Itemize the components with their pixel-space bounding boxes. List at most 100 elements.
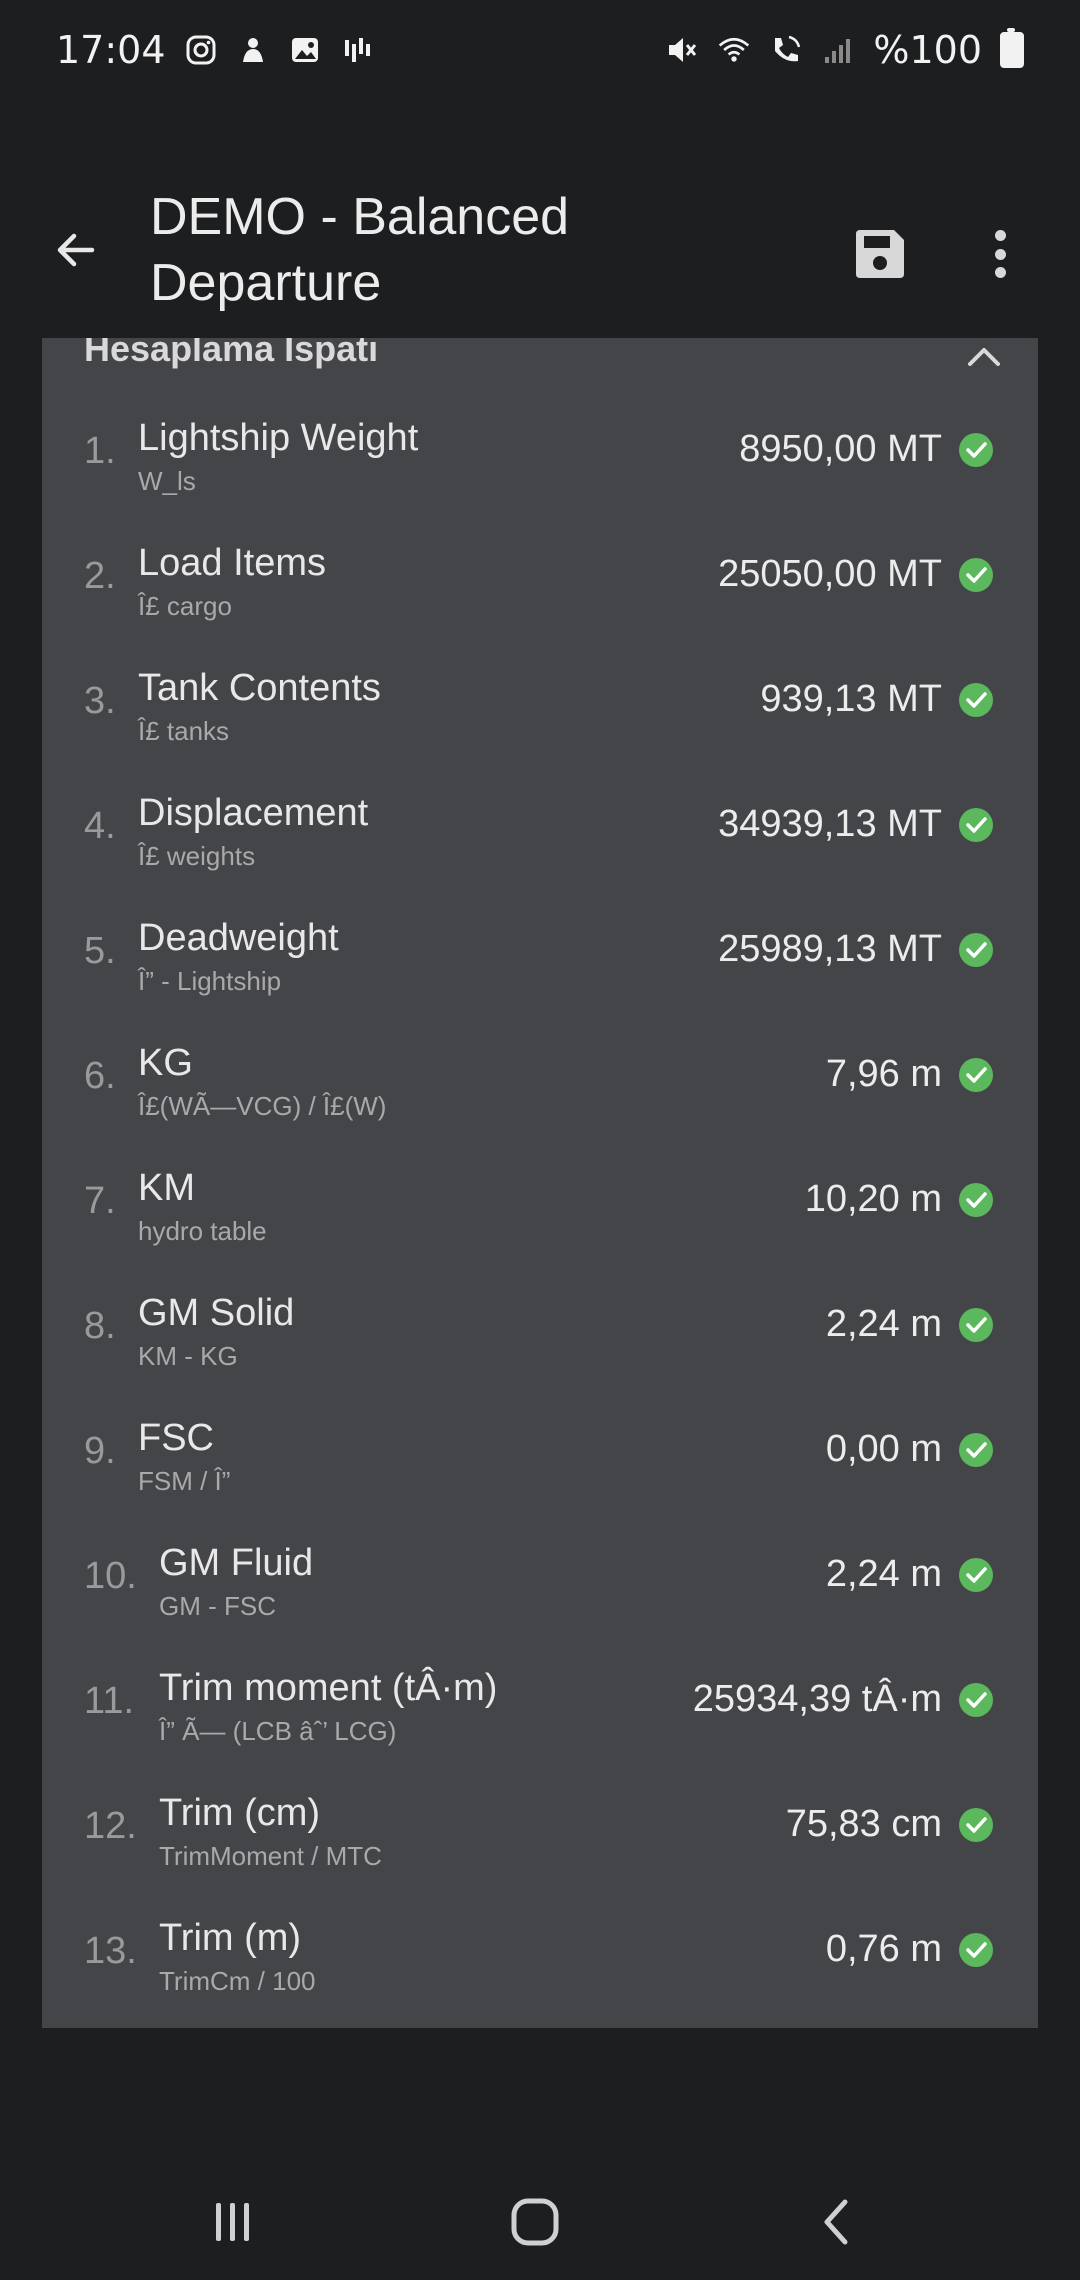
row-number: 4. — [84, 805, 116, 847]
row-number: 9. — [84, 1430, 116, 1472]
row-value: 25934,39 tÂ·m — [692, 1678, 942, 1720]
back-button[interactable] — [44, 218, 108, 282]
notification-app-icon — [236, 33, 270, 67]
chevron-up-icon[interactable] — [966, 344, 1002, 368]
row-value: 8950,00 MT — [739, 428, 942, 470]
nav-back-button[interactable] — [802, 2192, 872, 2252]
row-label: KM — [138, 1167, 195, 1209]
list-item: 4. Displacement Î£ weights 34939,13 MT — [42, 781, 1038, 906]
home-button[interactable] — [500, 2192, 570, 2252]
row-label: Deadweight — [138, 917, 339, 959]
arrow-left-icon — [57, 233, 95, 267]
row-number: 6. — [84, 1055, 116, 1097]
row-number: 12. — [84, 1805, 137, 1847]
row-formula: W_ls — [138, 466, 196, 496]
list-item: 2. Load Items Î£ cargo 25050,00 MT — [42, 531, 1038, 656]
row-label: Trim (m) — [159, 1917, 302, 1959]
status-time: 17:04 — [56, 28, 166, 72]
more-vert-dot — [994, 267, 1006, 278]
calculation-proof-card: Hesaplama İspatı 1. Lightship Weight W_ls… — [42, 338, 1038, 2028]
back-icon — [824, 2199, 848, 2245]
list-item: 10. GM Fluid GM - FSC 2,24 m — [42, 1531, 1038, 1656]
row-label: Trim (cm) — [159, 1792, 321, 1834]
status-right: %100 — [665, 28, 1024, 72]
check-circle-icon — [959, 1308, 993, 1342]
system-nav-bar — [0, 2170, 1080, 2280]
row-number: 7. — [84, 1180, 116, 1222]
row-value: 75,83 cm — [785, 1803, 942, 1845]
row-number: 5. — [84, 930, 116, 972]
row-value: 939,13 MT — [760, 678, 942, 720]
app-bar: DEMO - Balanced Departure — [0, 170, 1080, 340]
recents-icon — [216, 2203, 249, 2241]
list-item: 3. Tank Contents Î£ tanks 939,13 MT — [42, 656, 1038, 781]
home-icon — [511, 2198, 559, 2246]
row-number: 11. — [84, 1680, 135, 1722]
status-left: 17:04 — [56, 28, 374, 72]
row-number: 13. — [84, 1930, 137, 1972]
proof-list: 1. Lightship Weight W_ls 8950,00 MT 2. Lo… — [42, 406, 1038, 2031]
row-formula: Î£ weights — [138, 841, 256, 871]
row-formula: hydro table — [138, 1216, 267, 1246]
check-circle-icon — [959, 433, 993, 467]
battery-icon — [1000, 28, 1024, 68]
row-label: Load Items — [138, 542, 326, 584]
row-formula: Î£ cargo — [138, 591, 232, 621]
check-circle-icon — [959, 1058, 993, 1092]
row-formula: Î” - Lightship — [138, 966, 282, 996]
row-formula: TrimCm / 100 — [159, 1966, 316, 1996]
check-circle-icon — [959, 1683, 993, 1717]
row-label: GM Solid — [138, 1292, 295, 1334]
status-bar: 17:04 %100 — [0, 0, 1080, 100]
row-label: KG — [138, 1042, 193, 1084]
more-vert-icon — [994, 230, 1006, 241]
check-circle-icon — [959, 1558, 993, 1592]
row-label: Displacement — [138, 792, 369, 834]
row-number: 3. — [84, 680, 116, 722]
row-value: 0,76 m — [825, 1928, 942, 1970]
check-circle-icon — [959, 933, 993, 967]
row-number: 1. — [84, 430, 116, 472]
row-value: 34939,13 MT — [718, 803, 942, 845]
row-value: 10,20 m — [804, 1178, 942, 1220]
row-value: 25050,00 MT — [718, 553, 942, 595]
row-value: 2,24 m — [825, 1303, 942, 1345]
row-number: 8. — [84, 1305, 116, 1347]
list-item: 6. KG Î£(WÃ—VCG) / Î£(W) 7,96 m — [42, 1031, 1038, 1156]
more-vert-dot — [994, 248, 1006, 260]
row-label: GM Fluid — [159, 1542, 314, 1584]
list-item: 5. Deadweight Î” - Lightship 25989,13 MT — [42, 906, 1038, 1031]
row-formula: TrimMoment / MTC — [159, 1841, 382, 1871]
wifi-icon — [717, 33, 751, 67]
row-value: 0,00 m — [825, 1428, 942, 1470]
row-number: 2. — [84, 555, 116, 597]
more-options-button[interactable] — [980, 224, 1020, 284]
check-circle-icon — [959, 1933, 993, 1967]
card-header[interactable]: Hesaplama İspatı — [84, 338, 1036, 386]
check-circle-icon — [959, 1183, 993, 1217]
save-icon — [856, 230, 904, 278]
row-label: Lightship Weight — [138, 417, 419, 459]
row-label: Tank Contents — [138, 667, 381, 709]
instagram-icon — [184, 33, 218, 67]
mute-icon — [665, 33, 699, 67]
row-number: 10. — [84, 1555, 137, 1597]
row-value: 7,96 m — [825, 1053, 942, 1095]
row-value: 25989,13 MT — [718, 928, 942, 970]
signal-bars-app-icon — [340, 33, 374, 67]
battery-percent: %100 — [873, 28, 982, 72]
check-circle-icon — [959, 683, 993, 717]
gallery-icon — [288, 33, 322, 67]
cell-signal-icon — [821, 33, 855, 67]
list-item: 11. Trim moment (tÂ·m) Î” Ã— (LCB âˆ’ LCG… — [42, 1656, 1038, 1781]
save-button[interactable] — [850, 224, 910, 284]
list-item: 7. KM hydro table 10,20 m — [42, 1156, 1038, 1281]
check-circle-icon — [959, 808, 993, 842]
row-formula: Î£(WÃ—VCG) / Î£(W) — [138, 1091, 387, 1121]
list-item: 8. GM Solid KM - KG 2,24 m — [42, 1281, 1038, 1406]
list-item: 13. Trim (m) TrimCm / 100 0,76 m — [42, 1906, 1038, 2031]
row-value: 2,24 m — [825, 1553, 942, 1595]
row-formula: Î£ tanks — [138, 716, 230, 746]
row-formula: Î” Ã— (LCB âˆ’ LCG) — [159, 1716, 397, 1746]
recents-button[interactable] — [198, 2192, 268, 2252]
